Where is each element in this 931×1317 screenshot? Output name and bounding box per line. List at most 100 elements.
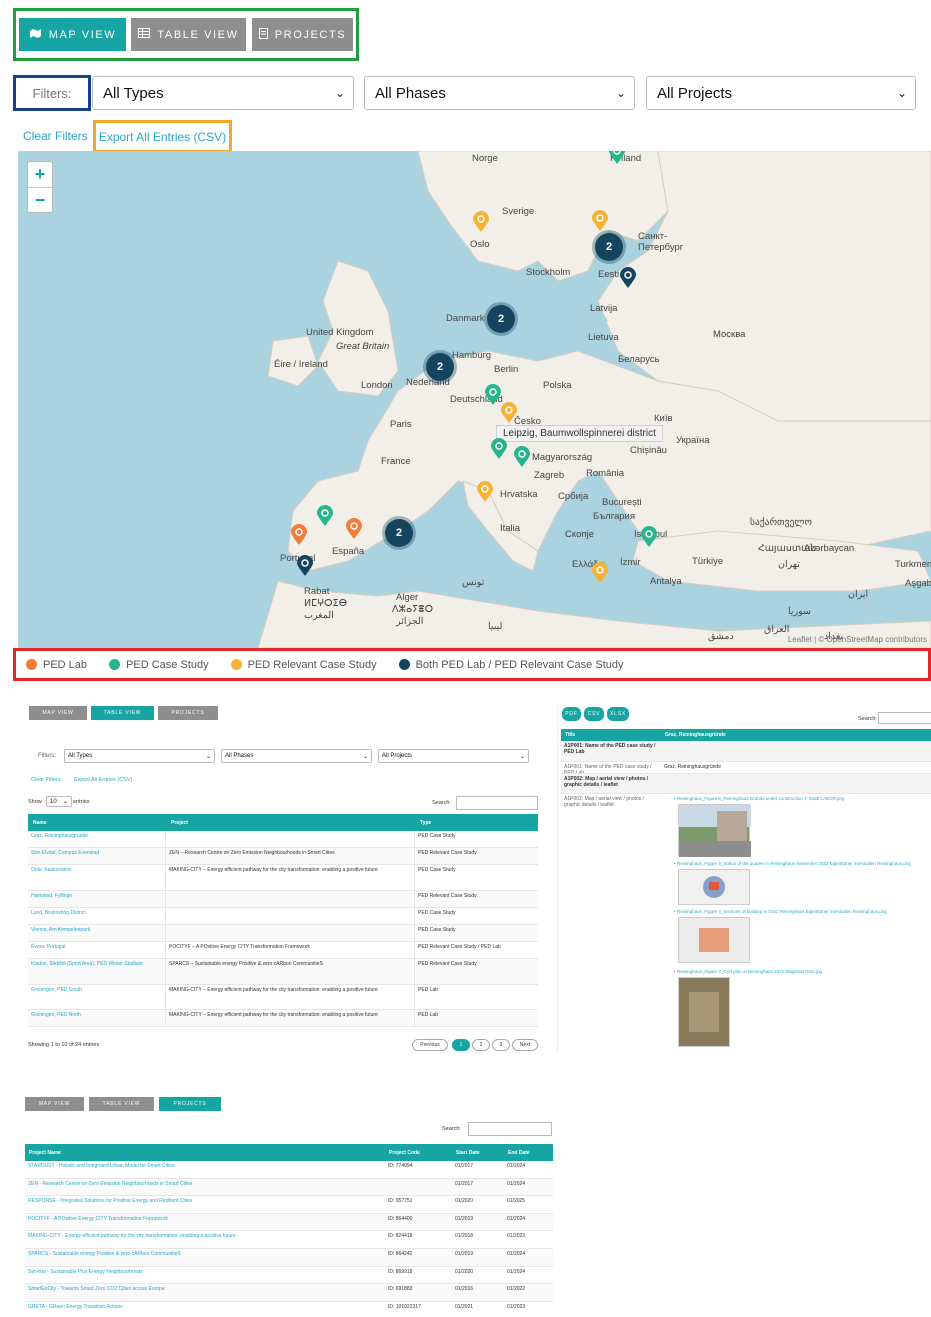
legend-label: Both PED Lab / PED Relevant Case Study	[415, 658, 624, 671]
type-filter-select[interactable]: All Types ⌄	[92, 76, 354, 110]
project-name-link[interactable]: ZEN - Research Centre on Zero Emission N…	[25, 1179, 385, 1196]
project-name-link[interactable]: SPARCS - Sustainable energy Positive & z…	[25, 1249, 385, 1266]
project-cell: MAKING-CITY – Energy efficient pathway f…	[166, 865, 415, 890]
project-code-cell: ID: 864242	[388, 1251, 413, 1257]
tab-table-view[interactable]: TABLE VIEW	[131, 18, 246, 51]
section-plan-thumbnail[interactable]	[678, 917, 750, 963]
map-cluster-marker[interactable]: 2	[426, 353, 454, 381]
column-header[interactable]: Name	[28, 820, 166, 826]
project-name-link[interactable]: Syn-ikia - Sustainable Plus Energy Neigh…	[25, 1267, 385, 1284]
map-pin-marker[interactable]	[640, 526, 658, 548]
case-name-link[interactable]: Lund, Brunnshög District	[28, 908, 166, 924]
case-name-link[interactable]: Oulu, Kaukovainio	[28, 865, 166, 890]
phase-filter-select[interactable]: All Phases ⌄	[364, 76, 635, 110]
map-cluster-marker[interactable]: 2	[487, 305, 515, 333]
map-pin-marker[interactable]	[608, 151, 626, 165]
tab-projects[interactable]: PROJECTS	[159, 1097, 221, 1111]
project-name-link[interactable]: RESPONSE - Integrated Solutions for Posi…	[25, 1196, 385, 1213]
project-name-link[interactable]: SmartEnCity - Towards Smart Zero CO2 Cit…	[25, 1284, 385, 1301]
clear-filters-link[interactable]: Clear Filters	[31, 777, 61, 783]
tab-projects[interactable]: PROJECTS	[252, 18, 353, 51]
zoom-in-button[interactable]: +	[28, 162, 52, 187]
tab-table-view[interactable]: TABLE VIEW	[89, 1097, 154, 1111]
export-csv-link[interactable]: Export All Entries (CSV)	[99, 130, 226, 144]
search-input[interactable]	[878, 712, 931, 724]
map-pin-marker[interactable]	[619, 267, 637, 289]
project-code-cell	[385, 1179, 452, 1196]
image-link[interactable]: • Reininghaus_Figure 6_Reininghaus Gründ…	[674, 796, 931, 801]
csv-button[interactable]: CSV	[584, 707, 604, 721]
tab-table-view[interactable]: TABLE VIEW	[91, 706, 154, 720]
xlsx-button[interactable]: XLSX	[607, 707, 629, 721]
tab-map-view[interactable]: MAP VIEW	[25, 1097, 84, 1111]
type-cell: PED Relevant Case Study	[418, 893, 477, 899]
case-name-link[interactable]: Stor-Elvdal, Campus Evenstad	[28, 848, 166, 864]
case-name-link[interactable]: Graz, Reininghausgründe	[28, 831, 166, 847]
column-header[interactable]: Project Code	[385, 1150, 452, 1156]
project-name-link[interactable]: POCITYF - A POsitive Energy CITY Transfo…	[25, 1214, 385, 1231]
column-header[interactable]: Start Date	[452, 1150, 504, 1156]
column-header[interactable]: Project Name	[25, 1150, 385, 1156]
case-name-link[interactable]: Kladno, Sletiště (Sport Area), PED Winte…	[28, 959, 166, 984]
project-filter-select[interactable]: All Projects ⌄	[378, 749, 529, 763]
street-photo-thumbnail[interactable]	[678, 804, 751, 857]
tab-map-view[interactable]: MAP VIEW	[29, 706, 87, 720]
map-pin-marker[interactable]	[296, 555, 314, 577]
case-name-link[interactable]: Groningen, PED South	[28, 985, 166, 1009]
case-name-link[interactable]: Groningen, PED North	[28, 1010, 166, 1026]
tab-projects[interactable]: PROJECTS	[158, 706, 218, 720]
case-name-link[interactable]: Halmstad, Fyllinge	[28, 891, 166, 907]
phase-filter-value: All Phases	[225, 753, 254, 759]
map-pin-marker[interactable]	[591, 562, 609, 584]
search-input[interactable]	[468, 1122, 552, 1136]
column-header[interactable]: Project	[166, 820, 415, 826]
map-pin-marker[interactable]	[290, 524, 308, 546]
site-plan-thumbnail[interactable]	[678, 869, 750, 905]
map-place-label: Paris	[390, 419, 412, 430]
image-link[interactable]: • Reininghaus_Figure 3_Grid plan of Rein…	[674, 969, 931, 974]
map-pin-marker[interactable]	[500, 402, 518, 424]
map-pin-marker[interactable]	[472, 211, 490, 233]
image-link[interactable]: • Reininghaus_Figure 5_Status of the qua…	[674, 861, 931, 866]
case-name-link[interactable]: Vienna, Am Kempelenpark	[28, 925, 166, 941]
project-name-link[interactable]: GRETA - GReen Energy Transition Actions	[25, 1302, 385, 1317]
page-3-button[interactable]: 3	[492, 1039, 510, 1051]
column-header[interactable]: Title	[561, 732, 661, 738]
type-cell: PED Case Study	[418, 833, 456, 839]
map-pin-marker[interactable]	[345, 518, 363, 540]
clear-filters-link[interactable]: Clear Filters	[23, 129, 88, 143]
project-filter-select[interactable]: All Projects ⌄	[646, 76, 916, 110]
image-link[interactable]: • Reininghaus_Figure 4_Sections of build…	[674, 909, 931, 914]
phase-filter-select[interactable]: All Phases ⌄	[221, 749, 372, 763]
column-header[interactable]: End Date	[504, 1150, 530, 1156]
next-page-button[interactable]: Next	[512, 1039, 538, 1051]
map-pin-marker[interactable]	[476, 481, 494, 503]
start-date-cell: 01/2020	[455, 1268, 474, 1275]
project-name-link[interactable]: MAKING-CITY - Energy efficient pathway f…	[25, 1231, 385, 1248]
page-2-button[interactable]: 2	[472, 1039, 490, 1051]
project-name-link[interactable]: STARDUST - Holistic and Integrated Urban…	[25, 1161, 385, 1178]
filters-label: Filters:	[13, 75, 91, 111]
project-code-cell: ID: 824418	[388, 1233, 413, 1240]
page-size-select[interactable]: 10 ⌄	[46, 796, 72, 807]
previous-page-button[interactable]: Previous	[412, 1039, 448, 1051]
map-cluster-marker[interactable]: 2	[595, 233, 623, 261]
map-canvas[interactable]: + − Norge Finland Sverige Oslo Stockholm…	[18, 151, 931, 648]
tab-map-view[interactable]: MAP VIEW	[19, 18, 126, 51]
column-header[interactable]: Graz, Reininghausgründe	[661, 732, 726, 738]
map-pin-marker[interactable]	[513, 446, 531, 468]
aerial-photo-thumbnail[interactable]	[678, 977, 730, 1047]
map-pin-marker[interactable]	[591, 210, 609, 232]
search-input[interactable]	[456, 796, 538, 810]
page-1-button[interactable]: 1	[452, 1039, 470, 1051]
map-pin-marker[interactable]	[490, 438, 508, 460]
map-pin-marker[interactable]	[316, 505, 334, 527]
map-cluster-marker[interactable]: 2	[385, 519, 413, 547]
zoom-out-button[interactable]: −	[28, 187, 52, 212]
export-csv-link[interactable]: Export All Entries (CSV)	[74, 777, 132, 783]
column-header[interactable]: Type	[415, 820, 431, 826]
map-place-label: Éire / Ireland	[274, 359, 328, 370]
pdf-button[interactable]: PDF	[562, 707, 581, 721]
case-name-link[interactable]: Évora, Portugal	[28, 942, 166, 958]
type-filter-select[interactable]: All Types ⌄	[64, 749, 215, 763]
